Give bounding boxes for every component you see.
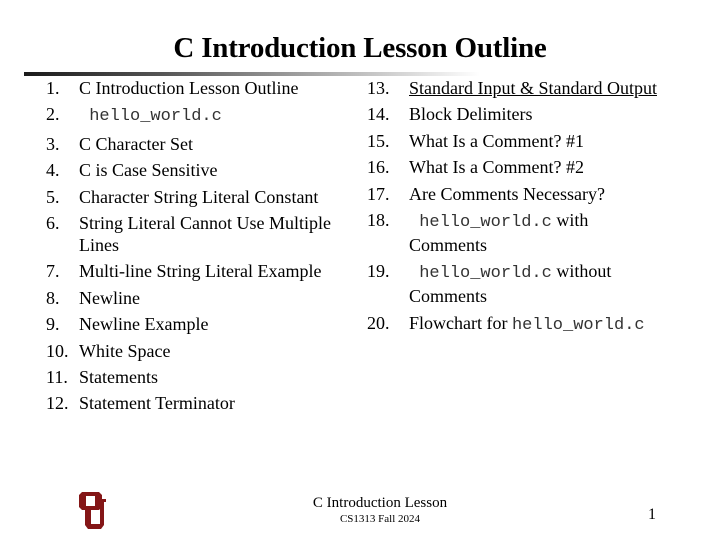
title-divider (24, 72, 480, 76)
outline-item-label: C is Case Sensitive (79, 160, 218, 181)
outline-item-number: 3. (46, 133, 60, 154)
outline-item-label: Statement Terminator (79, 393, 235, 414)
outline-item-number: 5. (46, 186, 60, 207)
outline-item-number: 20. (367, 312, 390, 333)
outline-item: 5. Character String Literal Constant (46, 186, 356, 208)
outline-item: 17. Are Comments Necessary? (367, 183, 657, 205)
slide-title: C Introduction Lesson Outline (173, 32, 547, 64)
outline-item: 16. What Is a Comment? #2 (367, 156, 657, 178)
outline-item-code: hello_world.c (409, 264, 552, 284)
outline-item-number: 6. (46, 212, 60, 233)
outline-item: 4. C is Case Sensitive (46, 159, 356, 181)
outline-item: 13. Standard Input & Standard Output (367, 77, 657, 99)
outline-item-number: 13. (367, 78, 390, 98)
outline-left-column: 1. C Introduction Lesson Outline 2. hello_… (46, 77, 356, 419)
outline-item: 19. hello_world.c without Comments (367, 260, 657, 307)
outline-item-number: 8. (46, 287, 60, 308)
outline-item-code: hello_world.c (409, 212, 552, 232)
outline-item: 12. Statement Terminator (46, 392, 356, 414)
outline-item: 7. Multi-line String Literal Example (46, 260, 356, 282)
outline-item-number: 7. (46, 261, 60, 282)
outline-item-label: Newline (79, 287, 140, 308)
outline-item-label: Newline Example (79, 314, 209, 335)
outline-item-number: 17. (367, 183, 390, 204)
outline-item-number: 1. (46, 78, 60, 98)
outline-item-label: C Introduction Lesson Outline (79, 78, 299, 98)
outline-item-number: 19. (367, 261, 390, 282)
outline-item-label: Are Comments Necessary? (409, 183, 605, 204)
outline-item: 3. C Character Set (46, 133, 356, 155)
outline-item-label: Block Delimiters (409, 104, 533, 125)
outline-item: 11. Statements (46, 366, 356, 388)
outline-item-number: 2. (46, 104, 60, 125)
outline-item-label: String Literal Cannot Use Multiple Lines (79, 212, 331, 255)
outline-item-number: 16. (367, 157, 390, 178)
outline-item: 2. hello_world.c (46, 103, 356, 128)
outline-item: 6. String Literal Cannot Use Multiple Lin… (46, 212, 356, 256)
outline-item-label: C Character Set (79, 133, 193, 154)
outline-item-label: Flowchart for (409, 312, 512, 333)
outline-item-number: 9. (46, 314, 60, 335)
outline-right-column: 13. Standard Input & Standard Output 14. Bl… (367, 77, 657, 341)
outline-item-number: 18. (367, 209, 390, 230)
outline-item-label: Character String Literal Constant (79, 186, 319, 207)
outline-item-label: Statements (79, 366, 158, 387)
outline-item-link[interactable]: Standard Input & Standard Output (409, 78, 657, 98)
outline-item-number: 10. (46, 340, 69, 361)
outline-item-label: What Is a Comment? #1 (409, 130, 584, 151)
slide-number: 1 (648, 506, 656, 523)
outline-item: 15. What Is a Comment? #1 (367, 130, 657, 152)
footer-title: C Introduction Lesson (312, 495, 448, 511)
outline-item-number: 14. (367, 104, 390, 125)
outline-item: 1. C Introduction Lesson Outline (46, 77, 356, 99)
outline-item: 14. Block Delimiters (367, 103, 657, 125)
outline-item-number: 11. (46, 366, 68, 387)
outline-item-number: 4. (46, 160, 60, 181)
outline-item: 20. Flowchart for hello_world.c (367, 312, 657, 337)
outline-item-code: hello_world.c (79, 107, 222, 127)
outline-item-label: White Space (79, 340, 171, 361)
outline-item: 10. White Space (46, 340, 356, 362)
outline-item-label: What Is a Comment? #2 (409, 157, 584, 178)
outline-item: 9. Newline Example (46, 313, 356, 335)
ou-logo-icon (79, 492, 106, 529)
outline-item-number: 12. (46, 393, 69, 414)
outline-item: 18. hello_world.c with Comments (367, 209, 657, 256)
outline-item: 8. Newline (46, 287, 356, 309)
outline-item-code: hello_world.c (511, 315, 645, 335)
outline-item-label: Multi-line String Literal Example (79, 261, 322, 282)
footer-subtitle: CS1313 Fall 2024 (339, 513, 421, 525)
slide-footer: C Introduction Lesson CS1313 Fall 2024 (250, 495, 510, 527)
outline-item-number: 15. (367, 130, 390, 151)
